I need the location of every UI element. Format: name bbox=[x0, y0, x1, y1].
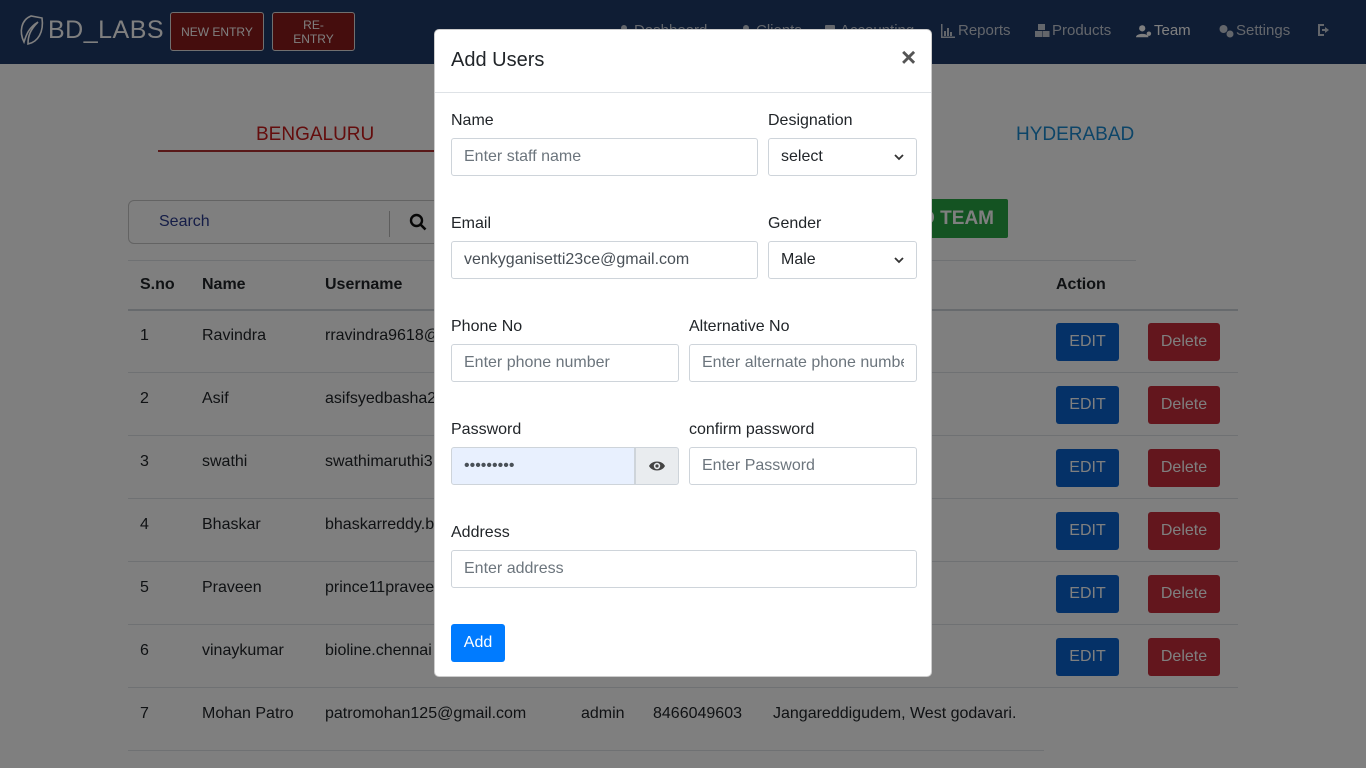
address-label: Address bbox=[451, 524, 510, 541]
modal-header-divider bbox=[435, 92, 931, 93]
password-input[interactable] bbox=[451, 447, 635, 485]
name-input[interactable] bbox=[451, 138, 758, 176]
add-user-button[interactable]: Add bbox=[451, 624, 505, 662]
chevron-down-icon bbox=[894, 154, 904, 161]
address-input[interactable] bbox=[451, 550, 917, 588]
email-label: Email bbox=[451, 215, 492, 232]
gender-label: Gender bbox=[768, 215, 822, 232]
designation-value: select bbox=[781, 148, 823, 165]
modal-title: Add Users bbox=[451, 49, 545, 71]
gender-value: Male bbox=[781, 251, 816, 268]
alternative-phone-input[interactable] bbox=[689, 344, 917, 382]
close-icon[interactable]: × bbox=[901, 44, 916, 70]
alternative-no-label: Alternative No bbox=[689, 318, 790, 335]
phone-input[interactable] bbox=[451, 344, 679, 382]
phone-label: Phone No bbox=[451, 318, 523, 335]
designation-select[interactable]: select bbox=[768, 138, 917, 176]
gender-select[interactable]: Male bbox=[768, 241, 917, 279]
chevron-down-icon bbox=[894, 257, 904, 264]
add-users-modal: Add Users × Name Designation select Emai… bbox=[434, 29, 932, 677]
confirm-password-label: confirm password bbox=[689, 421, 815, 438]
email-input[interactable] bbox=[451, 241, 758, 279]
designation-label: Designation bbox=[768, 112, 853, 129]
password-label: Password bbox=[451, 421, 522, 438]
confirm-password-input[interactable] bbox=[689, 447, 917, 485]
name-label: Name bbox=[451, 112, 494, 129]
toggle-password-button[interactable] bbox=[635, 447, 679, 485]
eye-icon bbox=[649, 461, 665, 471]
